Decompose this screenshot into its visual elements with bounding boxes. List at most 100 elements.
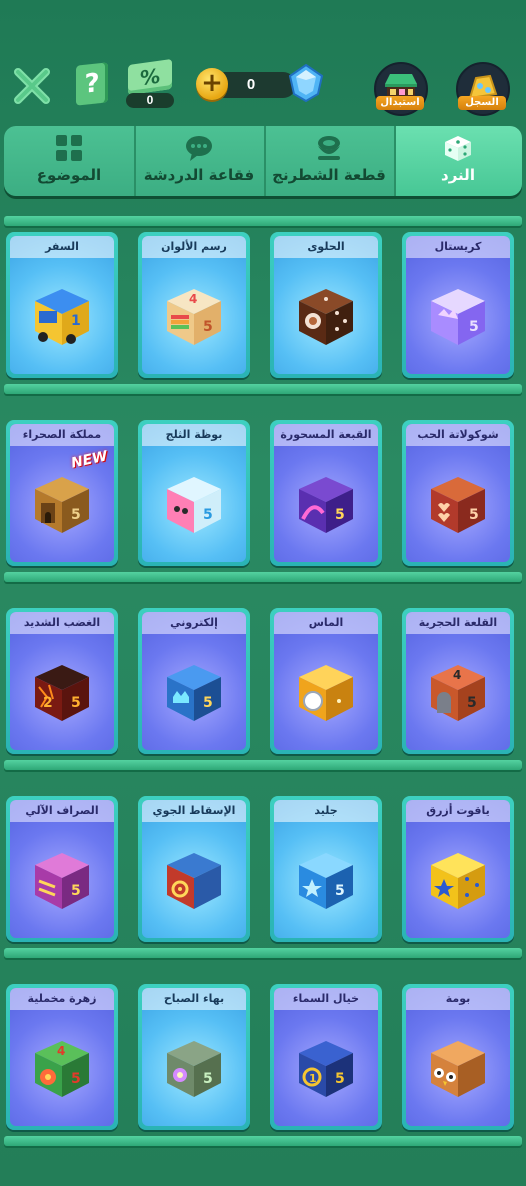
card-face: خيال السماء 1 5 [274, 988, 378, 1126]
store-label: استبدال [376, 96, 424, 110]
dice-card-desert-kingdom[interactable]: مملكة الصحراء 5 NEW [6, 420, 118, 566]
dice-card-paint[interactable]: رسم الألوان 4 5 [138, 232, 250, 378]
svg-text:5: 5 [71, 883, 81, 899]
shelf-divider [4, 384, 522, 394]
discount-coupon-icon[interactable]: % [128, 58, 172, 96]
chat-bubble-icon [186, 136, 212, 161]
svg-text:5: 5 [469, 507, 479, 523]
bus-dice-icon: 1 [35, 289, 89, 346]
atm-dice-icon: 5 [35, 853, 89, 910]
tab-dice-label: النرد [441, 166, 475, 184]
shelf-divider [4, 948, 522, 958]
dice-card-atm[interactable]: الصراف الآلي 5 [6, 796, 118, 942]
dice-card-sapphire[interactable]: ياقوت أزرق [402, 796, 514, 942]
shelf-divider [4, 760, 522, 770]
add-gems-button[interactable]: + [196, 68, 228, 100]
svg-text:1: 1 [309, 1072, 317, 1085]
tab-theme-label: الموضوع [36, 166, 102, 184]
card-face: الماس [274, 612, 378, 750]
svg-text:5: 5 [467, 695, 477, 711]
heart-chocolate-dice-icon: 5 [431, 477, 485, 534]
dice-name: الحلوى [274, 236, 378, 258]
svg-text:5: 5 [71, 507, 81, 523]
svg-text:5: 5 [203, 319, 213, 335]
theme-grid-icon [56, 135, 82, 161]
card-face: القبعة المسحورة 5 [274, 424, 378, 562]
tab-chess-piece[interactable]: قطعة الشطرنج [264, 126, 396, 196]
dice-card-fury[interactable]: الغضب الشديد 2 5 [6, 608, 118, 754]
dice-name: إلكتروني [142, 612, 246, 634]
chocolate-dice-icon [299, 289, 353, 346]
history-button[interactable]: السجل [456, 62, 510, 122]
dice-card-love-chocolate[interactable]: شوكولاتة الحب 5 [402, 420, 514, 566]
tab-theme[interactable]: الموضوع [4, 126, 136, 196]
dice-card-diamond[interactable]: الماس [270, 608, 382, 754]
card-face: مملكة الصحراء 5 NEW [10, 424, 114, 562]
card-face: زهرة مخملية 4 5 [10, 988, 114, 1126]
dice-name: بوظة الثلج [142, 424, 246, 446]
dice-name: القبعة المسحورة [274, 424, 378, 446]
tab-chess-piece-label: قطعة الشطرنج [272, 166, 386, 184]
help-button[interactable]: ? [76, 62, 108, 106]
svg-text:4: 4 [57, 1044, 65, 1058]
svg-text:4: 4 [189, 292, 197, 306]
card-face: الإسقاط الجوي [142, 800, 246, 938]
desert-castle-dice-icon: 5 [35, 477, 89, 534]
card-face: ياقوت أزرق [406, 800, 510, 938]
brick-castle-dice-icon: 4 5 [431, 665, 485, 722]
svg-text:1: 1 [71, 313, 81, 329]
svg-text:5: 5 [469, 319, 479, 335]
dice-card-ice-cream[interactable]: بوظة الثلج 5 [138, 420, 250, 566]
dice-card-electronic[interactable]: إلكتروني 5 [138, 608, 250, 754]
star-gold-dice-icon [431, 853, 485, 910]
card-face: إلكتروني 5 [142, 612, 246, 750]
dice-name: بهاء الصباح [142, 988, 246, 1010]
card-face: شوكولاتة الحب 5 [406, 424, 510, 562]
dice-card-ice[interactable]: جليد 5 [270, 796, 382, 942]
gold-diamond-dice-icon [299, 665, 353, 722]
crystal-dice-icon: 5 [431, 289, 485, 346]
dice-name: مملكة الصحراء [10, 424, 114, 446]
card-face: بومة [406, 988, 510, 1126]
flower-stone-dice-icon: 5 [167, 1041, 221, 1098]
tab-chat-bubble[interactable]: فقاعة الدردشة [134, 126, 266, 196]
dice-card-crystal[interactable]: كريستال 5 [402, 232, 514, 378]
exchange-store-button[interactable]: استبدال [374, 62, 428, 122]
card-face: رسم الألوان 4 5 [142, 236, 246, 374]
shelf-divider [4, 1136, 522, 1146]
dice-card-velvet-flower[interactable]: زهرة مخملية 4 5 [6, 984, 118, 1130]
lava-dice-icon: 2 5 [35, 665, 89, 722]
card-face: الصراف الآلي 5 [10, 800, 114, 938]
card-face: الغضب الشديد 2 5 [10, 612, 114, 750]
tab-dice[interactable]: النرد [394, 126, 522, 196]
dice-name: بومة [406, 988, 510, 1010]
card-face: السفر 1 [10, 236, 114, 374]
dice-name: الغضب الشديد [10, 612, 114, 634]
dice-card-travel[interactable]: السفر 1 [6, 232, 118, 378]
dice-card-sky-fantasy[interactable]: خيال السماء 1 5 [270, 984, 382, 1130]
card-face: القلعة الحجرية 4 5 [406, 612, 510, 750]
dice-name: الصراف الآلي [10, 800, 114, 822]
dice-name: رسم الألوان [142, 236, 246, 258]
dice-card-owl[interactable]: بومة [402, 984, 514, 1130]
tab-chat-bubble-label: فقاعة الدردشة [143, 166, 255, 184]
dice-card-magic-hat[interactable]: القبعة المسحورة 5 [270, 420, 382, 566]
close-icon[interactable] [12, 66, 52, 106]
shelf-divider [4, 572, 522, 582]
dice-card-stone-castle[interactable]: القلعة الحجرية 4 5 [402, 608, 514, 754]
card-face: كريستال 5 [406, 236, 510, 374]
dice-card-airdrop[interactable]: الإسقاط الجوي [138, 796, 250, 942]
dice-name: خيال السماء [274, 988, 378, 1010]
dice-name: جليد [274, 800, 378, 822]
shelf-divider [4, 216, 522, 226]
svg-text:5: 5 [203, 507, 213, 523]
svg-text:5: 5 [335, 883, 345, 899]
dice-card-candy[interactable]: الحلوى [270, 232, 382, 378]
card-face: بهاء الصباح 5 [142, 988, 246, 1126]
top-bar: ? % 0 0 + استبدال السجل [0, 0, 526, 122]
dice-card-morning-glory[interactable]: بهاء الصباح 5 [138, 984, 250, 1130]
svg-text:5: 5 [71, 695, 81, 711]
svg-text:5: 5 [203, 1071, 213, 1087]
airdrop-crate-dice-icon [167, 853, 221, 910]
svg-text:2: 2 [43, 695, 53, 711]
